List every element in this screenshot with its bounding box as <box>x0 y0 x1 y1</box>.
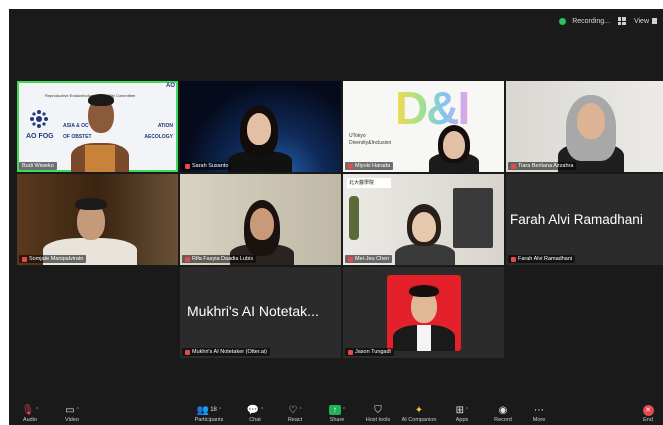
mic-muted-icon <box>348 349 353 355</box>
banner-text: 北大醫學院 <box>347 178 391 188</box>
chevron-up-icon[interactable]: ^ <box>219 407 221 413</box>
record-label: Record <box>494 417 512 423</box>
video-tile-jason[interactable]: Jason Tungadi <box>343 267 504 358</box>
chevron-up-icon[interactable]: ^ <box>299 407 301 413</box>
video-button[interactable]: ▭ ^ Video <box>52 403 92 424</box>
mic-muted-icon <box>511 163 516 169</box>
end-button[interactable]: ✕ End <box>633 403 663 423</box>
chevron-up-icon[interactable]: ^ <box>36 407 38 413</box>
video-tile-meijeu[interactable]: 北大醫學院 Mei-Jeu Chen <box>343 174 504 265</box>
participant-name-label: Sarah Susanto <box>182 162 232 170</box>
chat-button[interactable]: 💬 ^ Chat <box>235 403 275 424</box>
participants-icon: 👥 <box>196 404 210 416</box>
more-button[interactable]: ⋯ More <box>519 403 559 424</box>
shield-icon <box>559 17 567 25</box>
more-icon: ⋯ <box>534 404 544 416</box>
participant-name-label: Mukhri's AI Notetaker (Otter.ai) <box>182 348 271 356</box>
participant-name-label: Rifa Fasyia Daadia Lubis <box>182 255 257 263</box>
ai-companion-label: AI Companion <box>401 417 437 423</box>
participant-name-label: Jason Tungadi <box>345 348 394 356</box>
view-icon <box>652 18 657 24</box>
mic-muted-icon <box>348 163 353 169</box>
mic-muted-icon <box>185 163 190 169</box>
plant-decor <box>349 196 359 240</box>
video-tile-budi[interactable]: Reproductive Endocrinology & Infertility… <box>17 81 178 172</box>
mic-muted-icon <box>22 256 27 262</box>
video-tile-mukhri[interactable]: Mukhri's AI Notetak... Mukhri's AI Notet… <box>180 267 341 358</box>
participant-photo <box>387 275 461 351</box>
participants-label: Participants <box>194 417 224 423</box>
share-button[interactable]: ↑ ^ Share <box>317 403 357 423</box>
video-tile-farah[interactable]: Farah Alvi Ramadhani Farah Alvi Ramadhan… <box>506 174 663 265</box>
mic-muted-icon <box>511 256 516 262</box>
participant-name-label: Budi Wiweko <box>19 162 57 170</box>
recording-indicator[interactable]: Recording... <box>559 17 610 25</box>
heart-icon: ♡ <box>288 404 298 416</box>
participant-name-label: Miyuki Harada <box>345 162 394 170</box>
share-label: Share <box>329 417 345 423</box>
end-label: End <box>643 417 653 423</box>
participant-name-label: Farah Alvi Ramadhani <box>508 255 576 263</box>
record-icon: ◉ <box>498 404 508 416</box>
participants-button[interactable]: 👥 18 ^ Participants <box>189 403 229 424</box>
chevron-up-icon[interactable]: ^ <box>343 407 345 413</box>
participants-count: 18 <box>210 407 217 413</box>
ai-companion-button[interactable]: ✦ AI Companion <box>399 403 439 424</box>
top-bar: Recording... View <box>9 9 663 33</box>
mic-muted-icon <box>185 349 190 355</box>
mic-muted-icon <box>348 256 353 262</box>
sparkle-icon: ✦ <box>414 404 424 416</box>
chevron-up-icon[interactable]: ^ <box>466 407 468 413</box>
meeting-window: Recording... View Reproductive Endocrino… <box>9 9 663 425</box>
brand-text: UTokyo Diversity&Inclusion <box>349 133 392 146</box>
apps-label: Apps <box>455 417 469 423</box>
react-label: React <box>287 417 303 423</box>
slide-org-text: ASIA & OC ATION OF OBSTET AECOLOGY <box>63 123 173 140</box>
di-logo: D&I <box>395 82 470 134</box>
gallery-grid-icon[interactable] <box>617 17 626 25</box>
video-tile-sarah[interactable]: Sarah Susanto <box>180 81 341 172</box>
mic-muted-icon <box>185 256 190 262</box>
room-decor <box>453 188 493 248</box>
video-tile-tiara[interactable]: Tiara Berliana Azzahra <box>506 81 663 172</box>
share-screen-icon: ↑ <box>328 405 341 415</box>
more-label: More <box>532 417 546 423</box>
shield-icon: ⛉ <box>374 404 382 416</box>
host-tools-button[interactable]: ⛉ Host tools <box>358 403 398 424</box>
end-call-icon: ✕ <box>642 404 654 416</box>
video-tile-somjate[interactable]: Somjate Manipalviratn <box>17 174 178 265</box>
participant-name-label: Somjate Manipalviratn <box>19 255 87 263</box>
react-button[interactable]: ♡ ^ React <box>275 403 315 424</box>
participant-name-label: Tiara Berliana Azzahra <box>508 162 577 170</box>
participant-display-name: Mukhri's AI Notetak... <box>187 303 319 319</box>
host-tools-label: Host tools <box>365 417 391 423</box>
aofog-logo-text: AO FOG <box>26 133 54 140</box>
video-label: Video <box>65 417 79 423</box>
chevron-up-icon[interactable]: ^ <box>261 407 263 413</box>
corner-logo: AO <box>166 83 175 89</box>
audio-button[interactable]: 🎙 ^ Audio <box>10 403 50 424</box>
record-button[interactable]: ◉ Record <box>483 403 523 424</box>
chat-label: Chat <box>249 417 261 423</box>
audio-label: Audio <box>22 417 38 423</box>
chat-icon: 💬 <box>246 404 260 416</box>
mic-muted-icon: 🎙 <box>21 404 35 416</box>
apps-icon: ⊞ <box>455 404 465 416</box>
video-tile-miyuki[interactable]: D&I UTokyo Diversity&Inclusion Miyuki Ha… <box>343 81 504 172</box>
chevron-up-icon[interactable]: ^ <box>77 407 79 413</box>
aofog-logo-icon <box>29 109 49 129</box>
view-button[interactable]: View <box>634 18 657 25</box>
video-camera-icon: ▭ <box>65 404 75 416</box>
video-tile-rifa[interactable]: Rifa Fasyia Daadia Lubis <box>180 174 341 265</box>
recording-label: Recording... <box>572 17 610 25</box>
view-label: View <box>633 17 649 25</box>
apps-button[interactable]: ⊞ ^ Apps <box>442 403 482 424</box>
participant-name-label: Mei-Jeu Chen <box>345 255 393 263</box>
participant-display-name: Farah Alvi Ramadhani <box>510 212 643 227</box>
meeting-toolbar: 🎙 ^ Audio ▭ ^ Video 👥 18 ^ Participants 💬 ^ C… <box>9 391 663 425</box>
